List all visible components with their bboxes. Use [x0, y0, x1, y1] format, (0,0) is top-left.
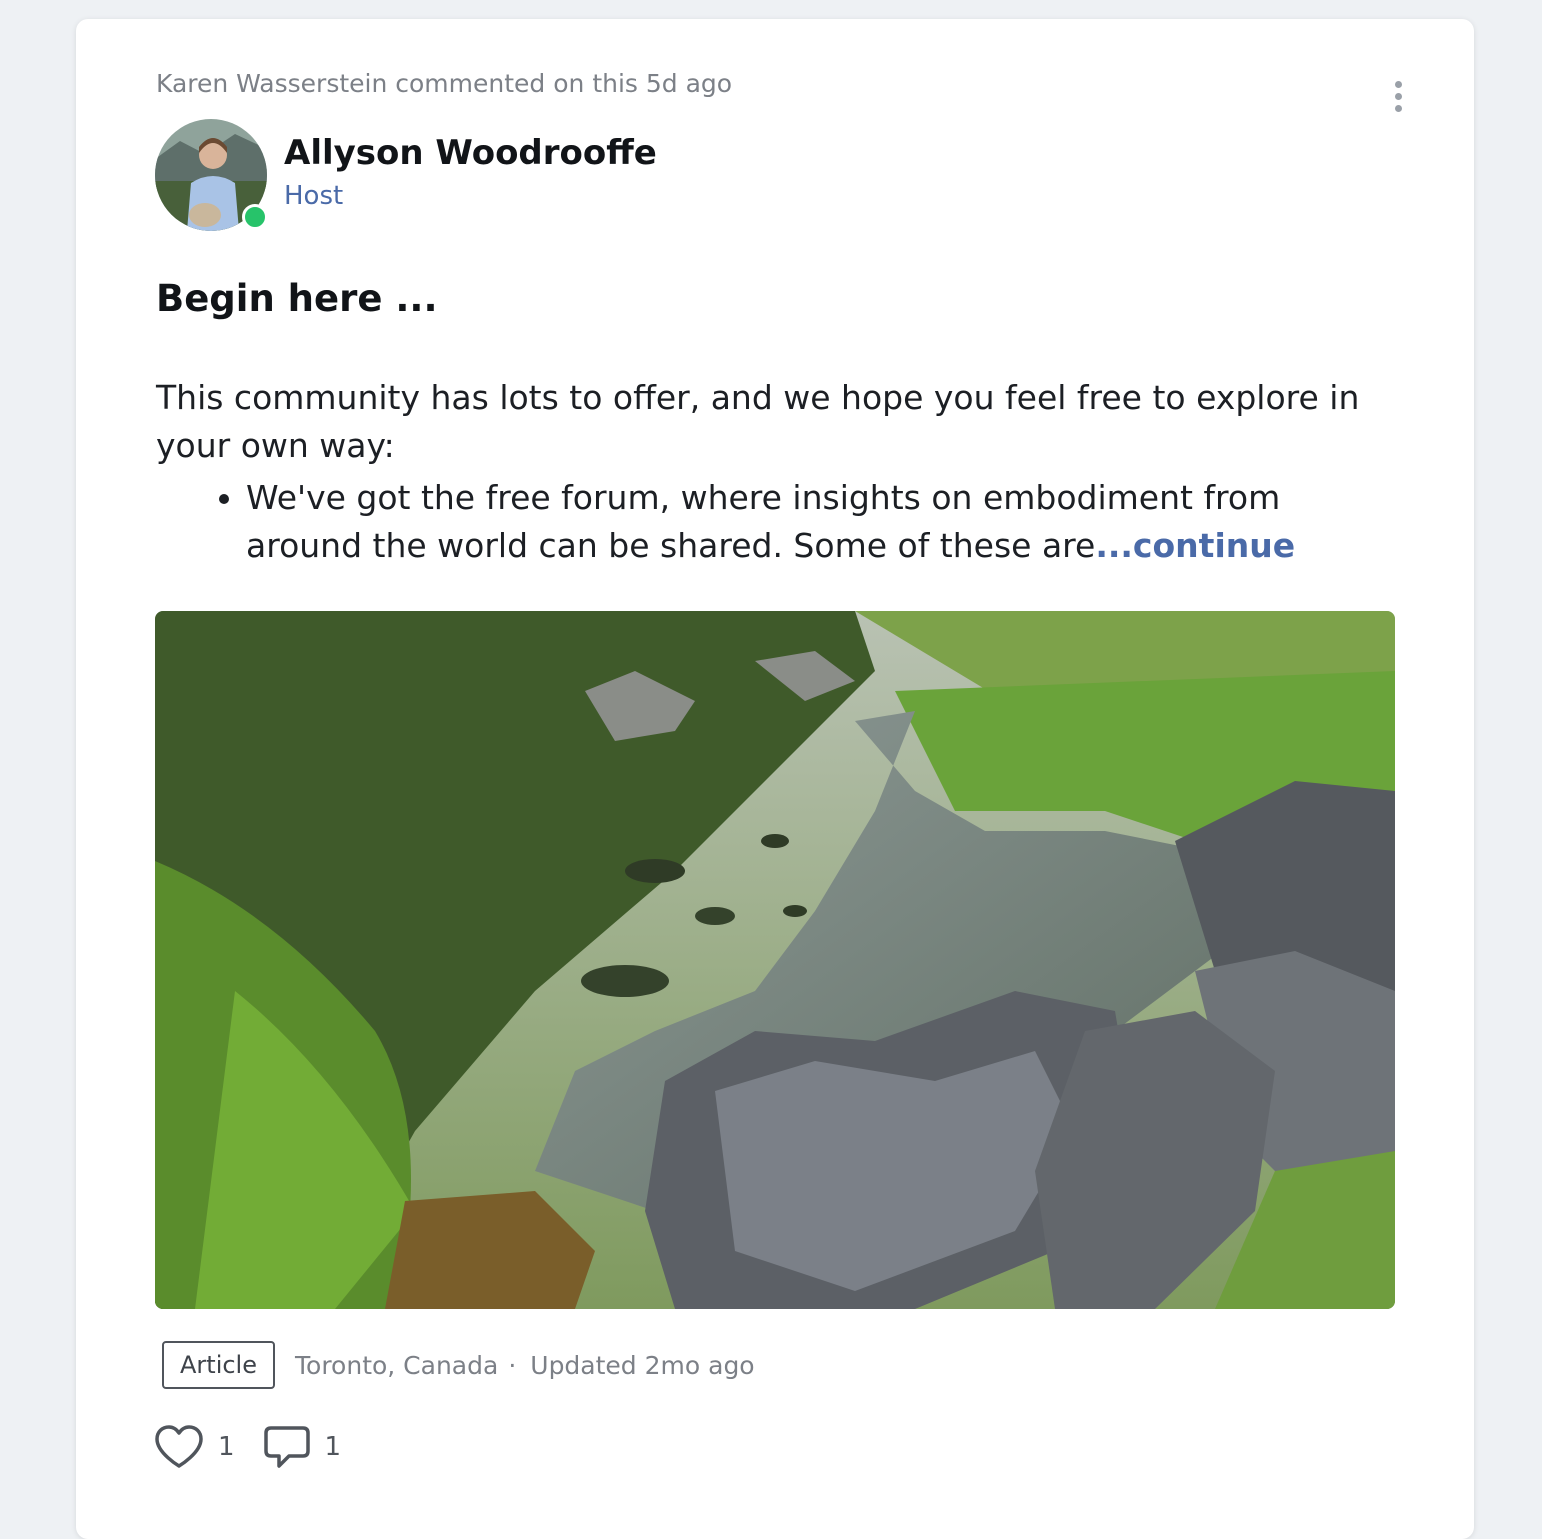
post-actions: 1 1	[154, 1424, 369, 1470]
post-bullet-list: We've got the free forum, where insights…	[156, 474, 1396, 570]
meta-separator: ·	[508, 1350, 517, 1380]
like-count: 1	[218, 1432, 235, 1462]
post-card: Karen Wasserstein commented on this 5d a…	[76, 19, 1474, 1539]
post-meta: Article Toronto, Canada · Updated 2mo ag…	[162, 1341, 755, 1389]
like-button[interactable]: 1	[154, 1424, 235, 1470]
continue-link[interactable]: ...continue	[1095, 526, 1295, 565]
post-location: Toronto, Canada	[295, 1350, 499, 1380]
post-title[interactable]: Begin here ...	[156, 277, 438, 320]
more-vertical-icon	[1394, 81, 1402, 88]
post-body: This community has lots to offer, and we…	[156, 374, 1396, 570]
heart-icon	[155, 1425, 203, 1468]
post-type-badge[interactable]: Article	[162, 1341, 275, 1389]
author-name[interactable]: Allyson Woodrooffe	[284, 133, 657, 173]
list-item: We've got the free forum, where insights…	[246, 474, 1396, 570]
post-image[interactable]	[155, 611, 1395, 1309]
post-updated: Updated 2mo ago	[530, 1350, 755, 1380]
author-role: Host	[284, 181, 344, 211]
comment-count: 1	[324, 1432, 342, 1462]
activity-line: Karen Wasserstein commented on this 5d a…	[156, 69, 733, 98]
online-status-indicator	[242, 204, 268, 230]
comment-button[interactable]: 1	[263, 1424, 342, 1470]
more-options-button[interactable]	[1388, 81, 1408, 119]
comment-icon	[263, 1426, 310, 1468]
post-intro: This community has lots to offer, and we…	[156, 378, 1360, 465]
